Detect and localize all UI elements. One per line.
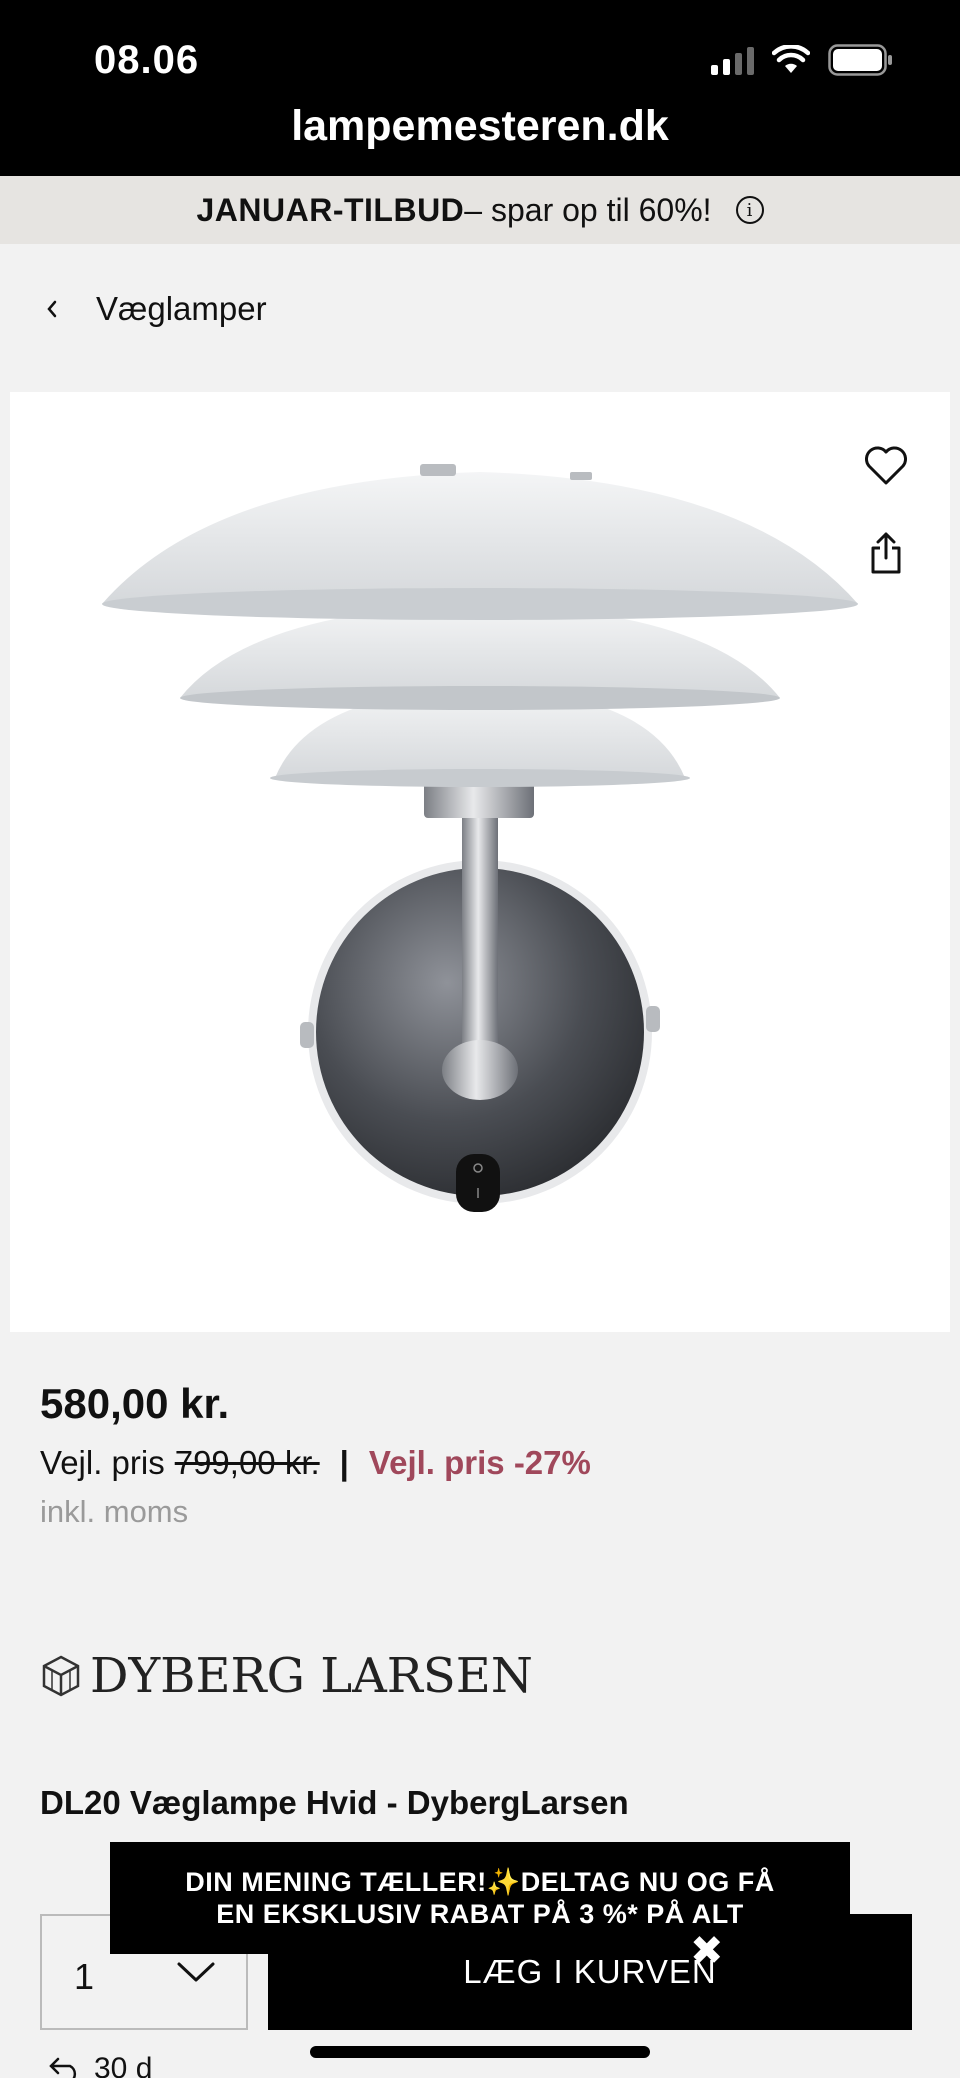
- suggested-price-old: 799,00 kr.: [174, 1444, 320, 1481]
- return-policy-row: 30 d: [48, 2052, 152, 2078]
- brand-logo[interactable]: DYBERG LARSEN: [40, 1648, 533, 1704]
- chevron-left-icon: [47, 300, 57, 318]
- close-icon[interactable]: ✖: [690, 1928, 724, 1974]
- wifi-icon: [772, 45, 810, 73]
- status-bar: 08.06 lampemesteren.dk: [0, 0, 960, 176]
- breadcrumb[interactable]: Væglamper: [44, 290, 267, 328]
- survey-line-2: EN EKSKLUSIV RABAT PÅ 3 %* PÅ ALT: [216, 1899, 744, 1929]
- info-icon[interactable]: i: [735, 196, 764, 224]
- price-separator: |: [339, 1444, 349, 1481]
- return-arrow-icon: [49, 2057, 77, 2078]
- favorite-heart-icon[interactable]: [864, 446, 908, 486]
- product-image: [102, 464, 858, 1212]
- survey-line-1: DIN MENING TÆLLER!✨DELTAG NU OG FÅ: [185, 1867, 775, 1897]
- return-policy-text: 30 d: [94, 2052, 153, 2078]
- product-title: DL20 Væglampe Hvid - DybergLarsen: [40, 1784, 629, 1821]
- breadcrumb-label: Væglamper: [96, 290, 267, 327]
- promo-banner[interactable]: JANUAR-TILBUD – spar op til 60%! i: [0, 176, 960, 244]
- product-price: 580,00 kr.: [40, 1380, 230, 1427]
- discount-badge: Vejl. pris -27%: [368, 1444, 591, 1481]
- promo-title: JANUAR-TILBUD: [196, 191, 465, 228]
- share-icon[interactable]: [870, 532, 902, 574]
- product-image-card[interactable]: [10, 392, 950, 1332]
- address-bar-url[interactable]: lampemesteren.dk: [0, 102, 960, 151]
- home-indicator: [310, 2046, 650, 2058]
- suggested-price-row: Vejl. pris 799,00 kr. | Vejl. pris -27%: [40, 1444, 591, 1482]
- signal-icon: [711, 45, 754, 75]
- brand-name: DYBERG LARSEN: [90, 1648, 533, 1704]
- suggested-price-label: Vejl. pris: [40, 1444, 165, 1481]
- survey-popup[interactable]: DIN MENING TÆLLER!✨DELTAG NU OG FÅ EN EK…: [110, 1842, 850, 1954]
- clock: 08.06: [94, 38, 200, 82]
- status-icons: [711, 44, 894, 76]
- brand-cube-icon: [42, 1655, 80, 1697]
- quantity-value: 1: [74, 1956, 95, 1997]
- chevron-down-icon: [177, 1962, 215, 1982]
- promo-text: – spar op til 60%!: [464, 191, 712, 228]
- battery-icon: [828, 44, 892, 76]
- vat-note: inkl. moms: [40, 1494, 189, 1529]
